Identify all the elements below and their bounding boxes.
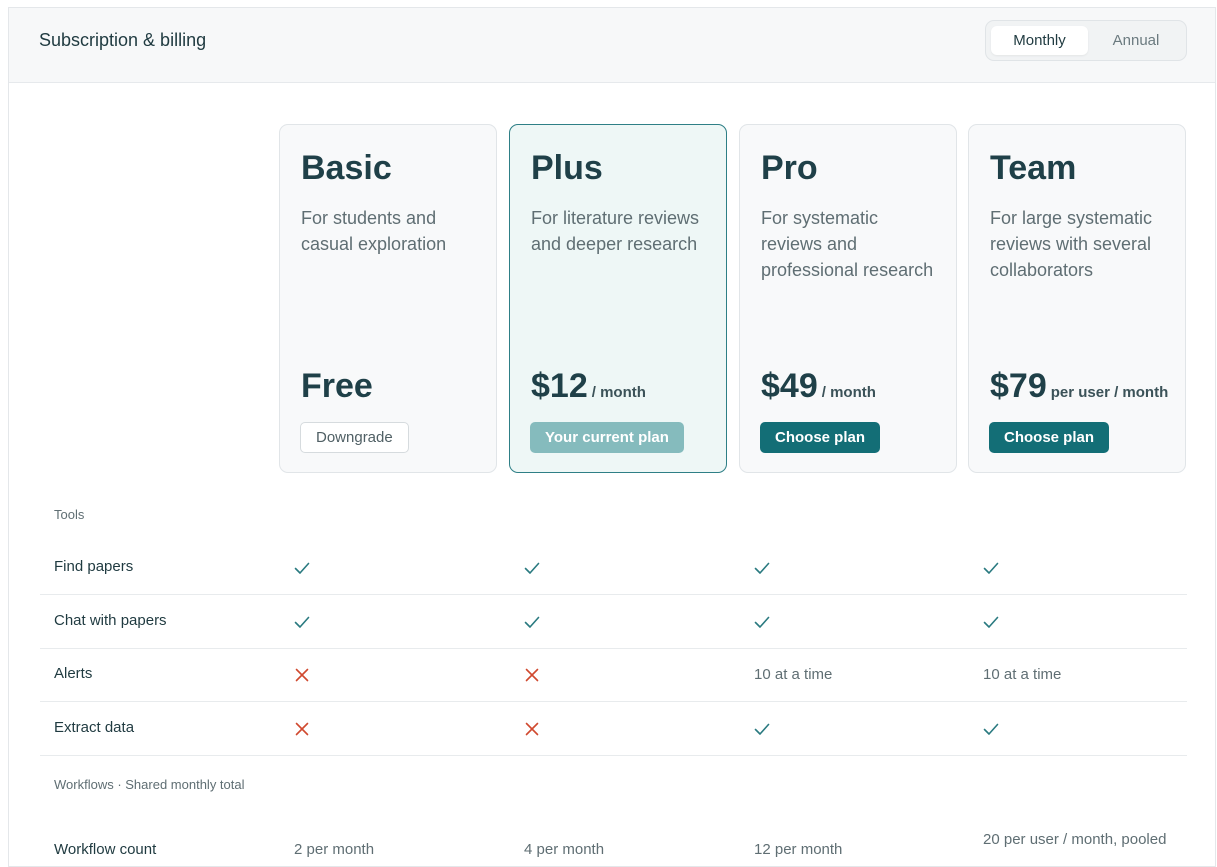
plan-card-team: Team For large systematic reviews with s… [968, 124, 1186, 473]
feature-row: Alerts 10 at a time 10 at a time [40, 648, 1187, 702]
plan-description: For literature reviews and deeper resear… [531, 208, 700, 254]
plan-price: $79 per user / month [990, 367, 1168, 406]
plan-price: Free [301, 367, 373, 406]
price-amount: $49 [761, 367, 818, 405]
feature-label: Alerts [54, 665, 93, 682]
feature-value: 10 at a time [983, 666, 1062, 683]
feature-row: Chat with papers [40, 595, 1187, 649]
workflow-value: 4 per month [524, 841, 605, 858]
cross-icon [523, 720, 541, 738]
cross-icon [293, 720, 311, 738]
feature-row: Find papers [40, 541, 1187, 595]
section-label-tools: Tools [54, 507, 85, 522]
billing-period-toggle: Monthly Annual [985, 20, 1187, 61]
workflow-label: Workflow count [54, 841, 157, 858]
check-icon [293, 559, 311, 577]
downgrade-button[interactable]: Downgrade [300, 422, 409, 453]
header-bar: Subscription & billing Monthly Annual [9, 8, 1215, 83]
workflow-row: Workflow count 2 per month 4 per month 12 p… [40, 812, 1187, 865]
plan-name: Basic [301, 149, 392, 187]
plan-card-pro: Pro For systematic reviews and professio… [739, 124, 957, 473]
check-icon [982, 613, 1000, 631]
cross-icon [293, 666, 311, 684]
check-icon [982, 559, 1000, 577]
choose-plan-pro-button[interactable]: Choose plan [760, 422, 881, 453]
price-period: / month [821, 384, 876, 401]
feature-label: Extract data [54, 719, 135, 736]
feature-value: 10 at a time [754, 666, 833, 683]
plan-card-basic: Basic For students and casual exploratio… [279, 124, 497, 473]
plan-description: For systematic reviews and professional … [761, 208, 934, 280]
toggle-monthly[interactable]: Monthly [991, 26, 1088, 55]
plan-description: For large systematic reviews with severa… [990, 208, 1153, 280]
workflow-value: 20 per user / month, pooled [983, 831, 1167, 848]
billing-panel: Subscription & billing Monthly Annual Ba… [8, 7, 1216, 867]
check-icon [753, 613, 771, 631]
plan-name: Pro [761, 149, 818, 187]
feature-label: Chat with papers [54, 612, 167, 629]
plan-name: Plus [531, 149, 603, 187]
cross-icon [523, 666, 541, 684]
price-amount: $79 [990, 367, 1047, 405]
check-icon [982, 720, 1000, 738]
check-icon [523, 559, 541, 577]
section-label-workflows: Workflows · Shared monthly total [54, 777, 245, 792]
choose-plan-team-button[interactable]: Choose plan [989, 422, 1110, 453]
plan-name: Team [990, 149, 1077, 187]
price-period: / month [591, 384, 646, 401]
check-icon [753, 559, 771, 577]
plan-price: $12/ month [531, 367, 646, 406]
feature-row: Extract data [40, 702, 1187, 756]
workflow-value: 12 per month [754, 841, 843, 858]
toggle-annual[interactable]: Annual [1090, 26, 1182, 55]
check-icon [523, 613, 541, 631]
plan-description: For students and casual exploration [301, 208, 447, 254]
plan-price: $49/ month [761, 367, 876, 406]
current-plan-button[interactable]: Your current plan [530, 422, 684, 453]
plan-card-plus: Plus For literature reviews and deeper r… [509, 124, 727, 473]
check-icon [293, 613, 311, 631]
price-amount: $12 [531, 367, 588, 405]
price-period: per user / month [1050, 384, 1169, 401]
page-title: Subscription & billing [39, 30, 207, 50]
feature-label: Find papers [54, 558, 134, 575]
price-amount: Free [301, 367, 373, 405]
workflow-value: 2 per month [294, 841, 375, 858]
check-icon [753, 720, 771, 738]
